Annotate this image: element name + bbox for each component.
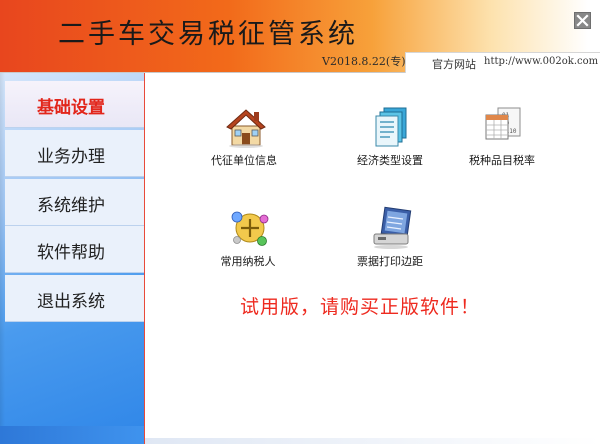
spreadsheet-icon: 01 00 0110 (485, 107, 521, 140)
taxpayer-icon (231, 211, 269, 246)
version-label: V2018.8.22(专) (322, 55, 406, 68)
sidebar-item-business[interactable]: 业务办理 (5, 130, 144, 177)
print-margin-icon (373, 206, 412, 249)
sidebar-item-basic-settings[interactable]: 基础设置 (5, 81, 144, 128)
document-stack-icon (375, 107, 407, 147)
main-panel: 代征单位信息 经济类型设置 01 00 0110 税种品目 (145, 73, 600, 444)
function-tax-rate[interactable]: 01 00 0110 税种品目税率 (447, 105, 557, 175)
title-bar: 二手车交易税征管系统 V2018.8.22(专) 官方网站 http://www… (0, 0, 600, 73)
website-url[interactable]: http://www.002ok.com (484, 56, 598, 67)
sidebar-item-help[interactable]: 软件帮助 (5, 226, 144, 273)
sidebar-item-maintenance[interactable]: 系统维护 (5, 179, 144, 226)
function-agent-unit-info[interactable]: 代征单位信息 (189, 105, 299, 175)
function-label: 经济类型设置 (357, 154, 423, 167)
sidebar-item-label: 软件帮助 (37, 243, 105, 263)
function-label: 税种品目税率 (469, 154, 535, 167)
function-label: 代征单位信息 (211, 154, 277, 167)
house-icon (226, 109, 266, 148)
function-print-margin[interactable]: 票据打印边距 (335, 206, 445, 276)
trial-notice: 试用版，请购买正版软件！ (240, 296, 481, 318)
app-title: 二手车交易税征管系统 (58, 19, 358, 50)
function-common-taxpayer[interactable]: 常用纳税人 (193, 206, 303, 276)
main-footer (145, 438, 600, 444)
close-button[interactable] (574, 12, 591, 29)
sidebar-footer (0, 426, 144, 444)
website-label[interactable]: 官方网站 (432, 56, 476, 72)
close-icon[interactable] (575, 13, 590, 28)
sidebar-item-label: 系统维护 (37, 196, 105, 216)
sidebar-item-exit[interactable]: 退出系统 (5, 275, 144, 322)
function-label: 票据打印边距 (357, 255, 423, 268)
sidebar-item-label: 基础设置 (37, 98, 105, 118)
sidebar-item-label: 退出系统 (37, 292, 105, 312)
function-label: 常用纳税人 (220, 255, 276, 268)
official-website-link[interactable]: 官方网站 http://www.002ok.com (405, 52, 600, 73)
function-economy-type[interactable]: 经济类型设置 (335, 105, 445, 175)
sidebar-item-label: 业务办理 (37, 147, 105, 167)
